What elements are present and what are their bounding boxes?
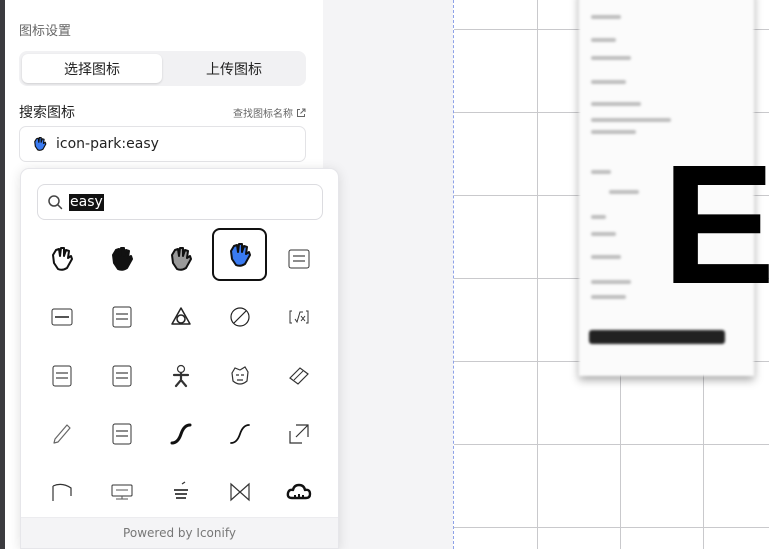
icon-option-easy-box[interactable] (271, 232, 326, 285)
search-icon (48, 195, 63, 210)
ldch-easy-icon (52, 365, 71, 386)
selected-icon-value: icon-park:easy (56, 136, 159, 152)
curve-bold-icon (170, 423, 191, 444)
icon-option-hand-filled[interactable] (94, 232, 149, 285)
icon-option-hand-outline[interactable] (34, 232, 89, 285)
icon-source-tabs: 选择图标 上传图标 (19, 51, 306, 86)
icon-option-gingerbread[interactable] (153, 349, 208, 402)
gingerbread-icon (172, 364, 189, 387)
icon-option-hand-blue[interactable] (212, 228, 267, 281)
icon-option-ldch-easy-alt[interactable] (94, 349, 149, 402)
iconify-attribution: Powered by Iconify (21, 517, 338, 548)
grid-line (454, 527, 769, 528)
arrow-box-icon (288, 423, 309, 444)
cloud-icon (286, 483, 311, 499)
eft-label-icon (111, 484, 132, 499)
section-title: 图标设置 (19, 24, 72, 39)
hand-filled-icon (111, 246, 133, 271)
icon-picker-popup: easy Powered by Iconify (20, 168, 339, 549)
selected-icon-field[interactable]: icon-park:easy (19, 126, 306, 162)
split-triangle-icon (229, 482, 250, 501)
find-link-text: 查找图标名称 (233, 109, 293, 120)
icon-option-flag[interactable] (34, 465, 89, 518)
slash-circle-icon (229, 306, 250, 327)
icon-option-easy-label[interactable] (34, 290, 89, 343)
canvas-big-text[interactable]: Ea (662, 140, 769, 310)
grid-line (454, 444, 769, 445)
flag-icon (51, 483, 72, 501)
curve-thin-icon (229, 423, 250, 444)
search-icon-label: 搜索图标 (19, 105, 75, 121)
icon-option-slash-circle[interactable] (212, 290, 267, 343)
external-link-icon (297, 108, 306, 117)
snmr-easy-icon (112, 423, 131, 444)
grid-line (537, 0, 538, 549)
icon-option-curve-thin[interactable] (212, 407, 267, 460)
easy-label-icon (51, 308, 72, 325)
search-query: easy (69, 193, 104, 211)
pencil-icon (52, 423, 71, 444)
hand-gray-icon (170, 246, 192, 271)
hand-outline-icon (51, 246, 73, 271)
bowl-icon (173, 481, 188, 499)
mth-easy-icon (112, 306, 131, 327)
face-sketch-icon (230, 365, 249, 385)
find-icon-name-link[interactable]: 查找图标名称 (233, 105, 306, 120)
icon-option-curve-bold[interactable] (153, 407, 208, 460)
design-canvas[interactable]: Ea (453, 0, 769, 549)
tab-upload-icon[interactable]: 上传图标 (164, 54, 304, 83)
icon-option-face-sketch[interactable] (212, 349, 267, 402)
tab-select-icon[interactable]: 选择图标 (22, 54, 162, 83)
icon-option-hand-gray[interactable] (153, 232, 208, 285)
icon-option-snmr-easy[interactable] (94, 407, 149, 460)
icon-option-ldch-easy[interactable] (34, 349, 89, 402)
hand-blue-icon (229, 242, 251, 267)
icon-option-arrow-box[interactable] (271, 407, 326, 460)
hand-easy-icon (34, 136, 47, 151)
icon-option-eraser[interactable] (271, 349, 326, 402)
triangle-loop-icon (170, 306, 191, 325)
easy-box-icon (288, 249, 309, 268)
eraser-icon (288, 366, 309, 385)
ldch-easy-alt-icon (112, 365, 131, 386)
icon-grid (34, 228, 329, 522)
icon-option-mth-easy[interactable] (94, 290, 149, 343)
icon-option-formula[interactable] (271, 290, 326, 343)
icon-option-eft-label[interactable] (94, 465, 149, 518)
icon-option-cloud[interactable] (271, 465, 326, 518)
icon-option-pencil[interactable] (34, 407, 89, 460)
icon-option-bowl[interactable] (153, 465, 208, 518)
icon-option-split-triangle[interactable] (212, 465, 267, 518)
icon-option-triangle-loop[interactable] (153, 290, 208, 343)
icon-search-input[interactable]: easy (37, 184, 323, 220)
formula-icon (289, 310, 308, 323)
